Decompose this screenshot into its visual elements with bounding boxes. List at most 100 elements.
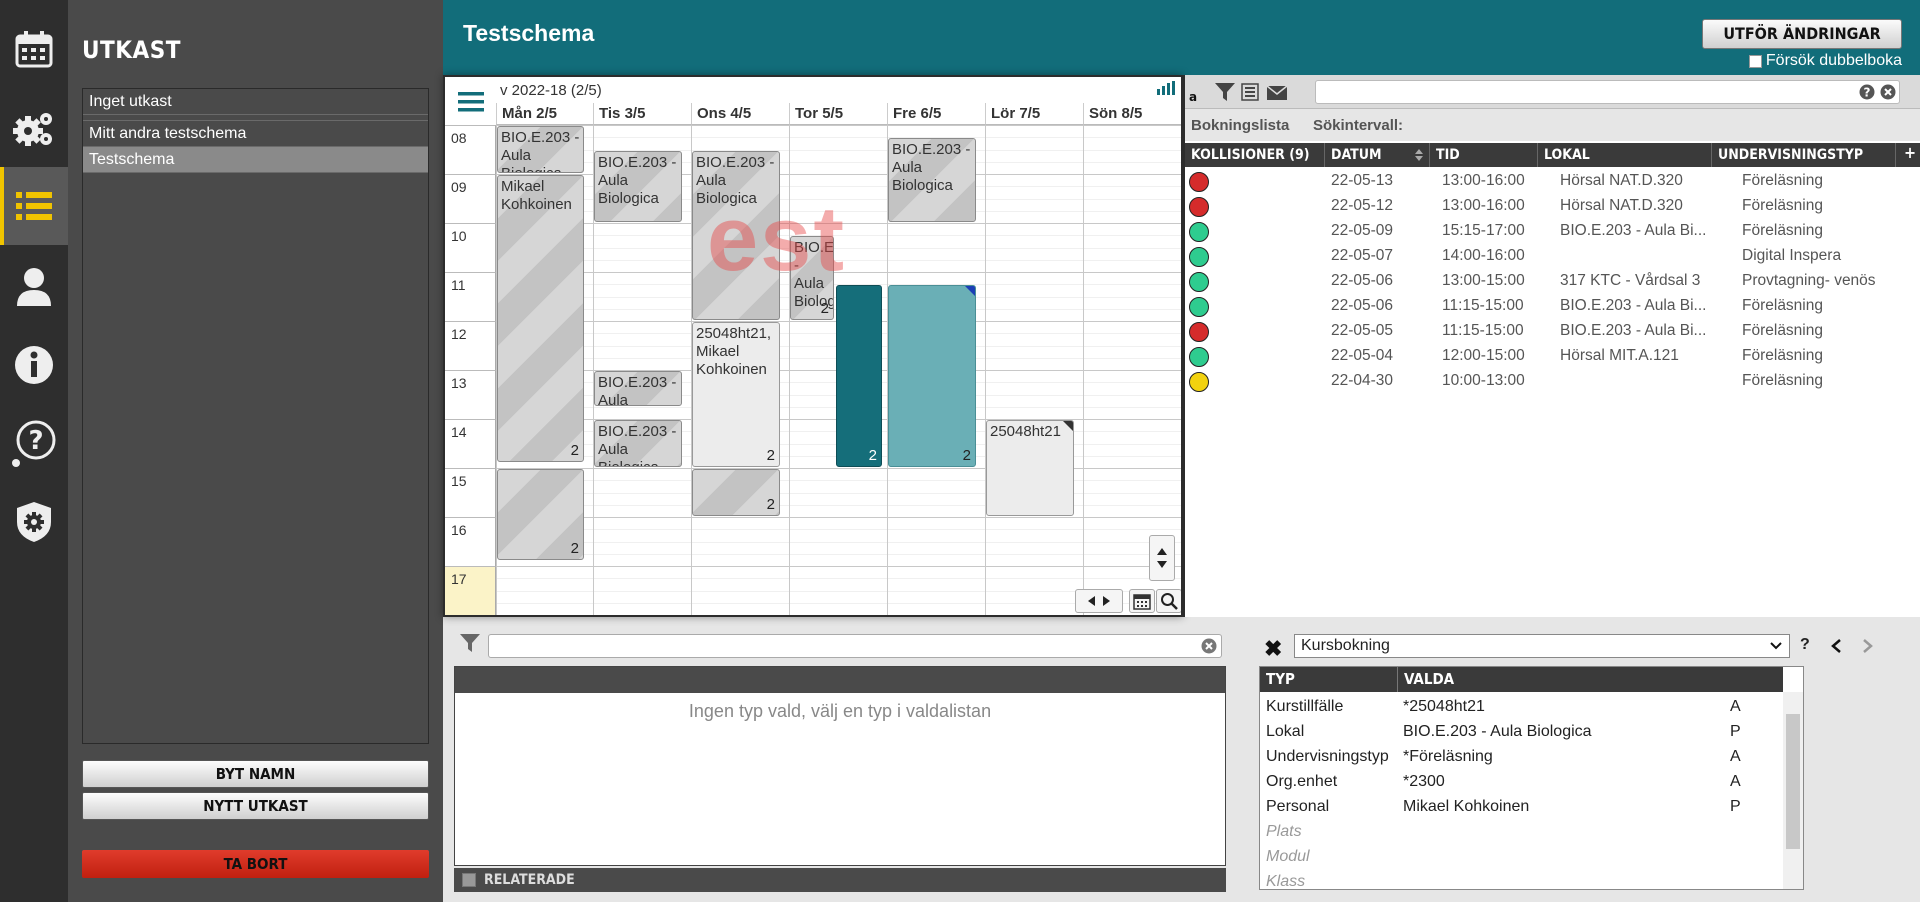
- booking-row[interactable]: 22-05-06 11:15-15:00 BIO.E.203 - Aula Bi..…: [1185, 294, 1920, 319]
- calendar-event[interactable]: BIO.E.203 - Aula Biologica: [497, 126, 584, 173]
- draft-item-none[interactable]: Inget utkast: [83, 89, 428, 115]
- calendar-event[interactable]: 25048ht21, Mikael Kohkoinen 2: [692, 322, 780, 467]
- double-booking-checkbox[interactable]: [1748, 54, 1762, 68]
- clear-selection-search-icon[interactable]: [1201, 638, 1217, 654]
- admin-shield-icon[interactable]: [0, 483, 68, 561]
- arrow-left-icon[interactable]: [1088, 596, 1095, 606]
- booking-time: 11:15-15:00: [1442, 322, 1524, 339]
- booking-row[interactable]: 22-05-13 13:00-16:00 Hörsal NAT.D.320 Förel…: [1185, 169, 1920, 194]
- object-detail-value: BIO.E.203 - Aula Biologica: [1403, 723, 1592, 740]
- object-detail-row[interactable]: Org.enhet *2300 A: [1260, 770, 1780, 795]
- booking-time: 13:00-16:00: [1442, 172, 1525, 189]
- object-detail-row[interactable]: Kurstillfälle *25048ht21 A: [1260, 695, 1780, 720]
- arrow-down-icon[interactable]: [1157, 561, 1167, 568]
- related-checkbox[interactable]: [462, 873, 476, 887]
- rename-button[interactable]: BYT NAMN: [82, 760, 429, 788]
- booking-date: 22-05-07: [1331, 247, 1394, 264]
- calendar-event[interactable]: BIO.E.203 - Aula Biologica: [888, 138, 976, 222]
- calendar-event[interactable]: BIO.E.203 - Aula Biologica: [594, 150, 682, 222]
- sort-az-icon[interactable]: a: [1189, 89, 1201, 103]
- back-arrow-icon[interactable]: [1830, 638, 1842, 654]
- col-time[interactable]: TID: [1430, 143, 1538, 167]
- object-detail-row[interactable]: Undervisningstyp *Föreläsning A: [1260, 745, 1780, 770]
- clear-search-icon[interactable]: [1880, 84, 1896, 100]
- day-header[interactable]: Lör 7/5: [985, 103, 1083, 125]
- col-date[interactable]: DATUM: [1325, 143, 1430, 167]
- object-table-scrollbar[interactable]: [1783, 692, 1803, 889]
- col-collisions[interactable]: KOLLISIONER (9): [1185, 143, 1325, 167]
- calendar-event[interactable]: Mikael Kohkoinen 2: [497, 175, 584, 463]
- event-count: 2: [766, 496, 775, 513]
- user-icon[interactable]: [0, 248, 68, 326]
- filter-icon[interactable]: [1215, 83, 1235, 101]
- related-toggle[interactable]: RELATERADE: [454, 868, 1226, 892]
- arrow-right-icon[interactable]: [1103, 596, 1110, 606]
- booking-row[interactable]: 22-05-07 14:00-16:00 Digital Inspera: [1185, 244, 1920, 269]
- calendar-event[interactable]: 2: [497, 469, 584, 561]
- apply-changes-button[interactable]: UTFÖR ÄNDRINGAR: [1702, 19, 1902, 49]
- forward-arrow-icon[interactable]: [1862, 638, 1874, 654]
- tab-sokintervall[interactable]: Sökintervall:: [1313, 117, 1403, 134]
- selection-filter-icon[interactable]: [460, 634, 480, 652]
- settings-gears-icon[interactable]: [0, 90, 68, 168]
- add-column-icon[interactable]: +: [1904, 143, 1916, 162]
- info-icon[interactable]: [0, 326, 68, 404]
- day-header[interactable]: Sön 8/5: [1083, 103, 1181, 125]
- col-teaching-type[interactable]: UNDERVISNINGSTYP: [1712, 143, 1896, 167]
- day-header[interactable]: Mån 2/5: [496, 103, 593, 125]
- object-detail-row[interactable]: Lokal BIO.E.203 - Aula Biologica P: [1260, 720, 1780, 745]
- selection-search-input[interactable]: [488, 634, 1222, 658]
- calendar-event[interactable]: 2: [888, 285, 976, 467]
- booking-row[interactable]: 22-04-30 10:00-13:00 Föreläsning: [1185, 369, 1920, 394]
- booking-row[interactable]: 22-05-12 13:00-16:00 Hörsal NAT.D.320 Förel…: [1185, 194, 1920, 219]
- calendar-icon[interactable]: [0, 10, 68, 88]
- zoom-search-icon[interactable]: [1156, 589, 1181, 613]
- object-help-icon[interactable]: ?: [1800, 636, 1810, 654]
- object-detail-row[interactable]: Modul: [1260, 845, 1780, 870]
- booking-date: 22-05-06: [1331, 272, 1394, 289]
- day-header[interactable]: Tis 3/5: [593, 103, 691, 125]
- mail-icon[interactable]: [1267, 84, 1287, 100]
- calendar-event[interactable]: BIO.E.203 - Aula Biologica: [692, 150, 780, 320]
- new-draft-button[interactable]: NYTT UTKAST: [82, 792, 429, 820]
- calendar-event[interactable]: 2: [836, 285, 882, 467]
- draft-item-mitt-andra-testschema[interactable]: Mitt andra testschema: [83, 121, 428, 147]
- double-booking-option[interactable]: Försök dubbelboka: [1748, 52, 1902, 70]
- calendar-event[interactable]: 25048ht21: [986, 420, 1074, 516]
- booking-row[interactable]: 22-05-05 11:15-15:00 BIO.E.203 - Aula Bi..…: [1185, 319, 1920, 344]
- bar-chart-icon[interactable]: [1157, 81, 1175, 100]
- day-header[interactable]: Fre 6/5: [887, 103, 985, 125]
- week-nav-control[interactable]: [1075, 589, 1123, 613]
- calendar-event[interactable]: BIO.E.203 - Aula Biologica: [594, 420, 682, 467]
- booking-search-input[interactable]: ?: [1315, 80, 1900, 104]
- object-detail-row[interactable]: Plats: [1260, 820, 1780, 845]
- scroll-hours-control[interactable]: [1149, 535, 1175, 581]
- help-circle-icon[interactable]: ?: [1859, 84, 1875, 100]
- draft-item-testschema[interactable]: Testschema: [83, 147, 428, 173]
- list-icon[interactable]: [0, 167, 68, 245]
- close-object-icon[interactable]: ✖: [1264, 636, 1282, 662]
- menu-icon[interactable]: [445, 77, 496, 127]
- calendar-event[interactable]: 2: [692, 469, 780, 516]
- col-room[interactable]: LOKAL: [1538, 143, 1712, 167]
- booking-row[interactable]: 22-05-04 12:00-15:00 Hörsal MIT.A.121 Förel…: [1185, 344, 1920, 369]
- scrollbar-thumb[interactable]: [1786, 714, 1800, 849]
- help-icon[interactable]: ?: [0, 405, 68, 483]
- calendar-grid[interactable]: BIO.E.203 - Aula BiologicaMikael Kohkoin…: [496, 125, 1181, 615]
- object-detail-row[interactable]: Personal Mikael Kohkoinen P: [1260, 795, 1780, 820]
- empty-selection-message: Ingen typ vald, välj en typ i valdalista…: [688, 701, 992, 721]
- arrow-up-icon[interactable]: [1157, 548, 1167, 555]
- booking-row[interactable]: 22-05-06 13:00-15:00 317 KTC - Vårdsal 3 Pr…: [1185, 269, 1920, 294]
- tab-bokningslista[interactable]: Bokningslista: [1191, 117, 1289, 134]
- collision-status-indicator: [1189, 247, 1209, 267]
- day-header[interactable]: Tor 5/5: [789, 103, 887, 125]
- date-picker-icon[interactable]: [1129, 589, 1155, 613]
- object-type-select[interactable]: Kursbokning: [1294, 634, 1790, 658]
- calendar-event[interactable]: BIO.E.203 - Aula Biologica2: [790, 236, 834, 320]
- day-header[interactable]: Ons 4/5: [691, 103, 789, 125]
- booking-row[interactable]: 22-05-09 15:15-17:00 BIO.E.203 - Aula Bi..…: [1185, 219, 1920, 244]
- column-list-icon[interactable]: [1241, 83, 1259, 101]
- object-detail-row[interactable]: Klass: [1260, 870, 1780, 889]
- calendar-event[interactable]: BIO.E.203 - Aula Biologica: [594, 371, 682, 406]
- delete-button[interactable]: TA BORT: [82, 850, 429, 878]
